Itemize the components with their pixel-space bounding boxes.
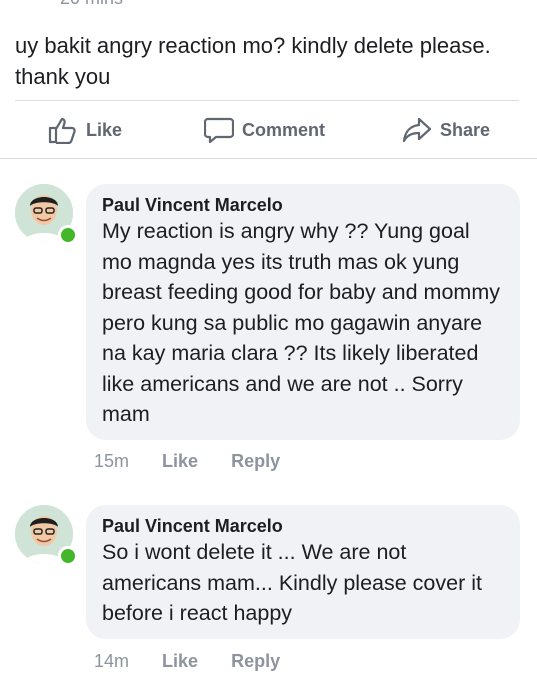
- like-label: Like: [86, 119, 123, 140]
- divider: [15, 100, 519, 101]
- avatar[interactable]: [15, 184, 78, 245]
- speech-bubble-icon: [204, 117, 234, 144]
- comment-like-button[interactable]: Like: [162, 651, 198, 671]
- section-divider: [0, 158, 537, 159]
- share-label: Share: [440, 119, 491, 140]
- comment-text: My reaction is angry why ?? Yung goal mo…: [102, 219, 500, 426]
- comment-time: 14m: [94, 651, 130, 671]
- post-actions-bar: Like Comment Share: [0, 110, 537, 150]
- comment-reply-button[interactable]: Reply: [231, 451, 280, 471]
- comment-time: 15m: [94, 451, 130, 471]
- comment-text: So i wont delete it ... We are not ameri…: [102, 540, 482, 625]
- share-arrow-icon: [402, 117, 432, 143]
- comment-author[interactable]: Paul Vincent Marcelo: [102, 515, 504, 537]
- comment-button[interactable]: Comment: [204, 110, 325, 150]
- comment-label: Comment: [242, 119, 326, 140]
- thumbs-up-icon: [48, 117, 76, 144]
- post-body: uy bakit angry reaction mo? kindly delet…: [15, 33, 491, 89]
- like-button[interactable]: Like: [48, 110, 122, 150]
- comment-like-button[interactable]: Like: [162, 451, 198, 471]
- comment-author[interactable]: Paul Vincent Marcelo: [102, 194, 504, 216]
- share-button[interactable]: Share: [402, 110, 490, 150]
- comment-reply-button[interactable]: Reply: [231, 651, 280, 671]
- comment-meta: 15m Like Reply: [94, 451, 308, 472]
- online-status-indicator: [58, 546, 78, 566]
- avatar[interactable]: [15, 505, 78, 566]
- online-status-indicator: [58, 225, 78, 245]
- post-timestamp: 20 mins: [60, 0, 123, 9]
- comment-meta: 14m Like Reply: [94, 651, 308, 672]
- comment-bubble: Paul Vincent Marcelo So i wont delete it…: [86, 505, 520, 639]
- post-time-label: 20 mins: [60, 0, 123, 8]
- comment-bubble: Paul Vincent Marcelo My reaction is angr…: [86, 184, 520, 440]
